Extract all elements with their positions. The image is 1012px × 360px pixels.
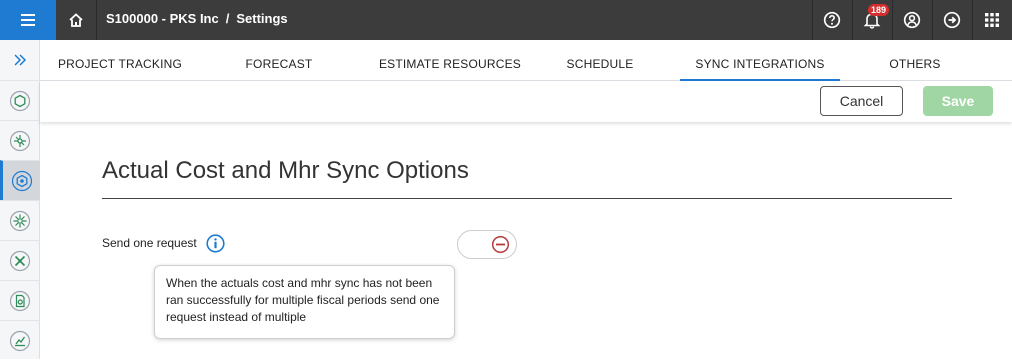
- tab-sync-integrations[interactable]: SYNC INTEGRATIONS: [680, 40, 840, 81]
- rail-item-settings[interactable]: [0, 200, 40, 240]
- section-divider: [102, 198, 952, 199]
- breadcrumb: S100000 - PKS Inc / Settings: [106, 0, 288, 40]
- rail-item-target[interactable]: [0, 160, 40, 200]
- home-button[interactable]: [56, 0, 96, 40]
- tools-icon: [9, 250, 31, 271]
- home-icon: [69, 13, 83, 27]
- send-one-request-toggle[interactable]: [457, 230, 517, 259]
- hexagon-icon: [9, 90, 31, 111]
- help-button[interactable]: [812, 0, 852, 40]
- expand-icon: [14, 54, 27, 66]
- breadcrumb-company[interactable]: S100000 - PKS Inc: [106, 11, 219, 26]
- tab-schedule[interactable]: SCHEDULE: [550, 40, 650, 81]
- top-bar: S100000 - PKS Inc / Settings 189: [0, 0, 1012, 40]
- send-one-request-label: Send one request: [102, 236, 197, 250]
- notification-badge: 189: [868, 4, 890, 16]
- tab-project-tracking[interactable]: PROJECT TRACKING: [52, 40, 188, 81]
- settings-gear-icon: [9, 210, 31, 231]
- apps-button[interactable]: [972, 0, 1012, 40]
- breadcrumb-separator: /: [225, 11, 230, 26]
- tab-estimate-resources[interactable]: ESTIMATE RESOURCES: [360, 40, 540, 81]
- breadcrumb-page: Settings: [236, 11, 288, 26]
- info-icon[interactable]: [206, 234, 225, 253]
- rail-item-tools[interactable]: [0, 240, 40, 280]
- cancel-button[interactable]: Cancel: [820, 86, 903, 116]
- toggle-off-icon: [491, 235, 510, 254]
- notifications-button[interactable]: 189: [852, 0, 892, 40]
- chart-icon: [9, 330, 31, 351]
- user-icon: [903, 11, 921, 29]
- rail-item-document[interactable]: [0, 280, 40, 320]
- header-divider: [96, 0, 97, 40]
- menu-icon: [21, 14, 35, 26]
- target-icon: [11, 170, 32, 191]
- rail-expand-button[interactable]: [0, 40, 40, 80]
- help-icon: [823, 11, 841, 29]
- network-icon: [9, 130, 31, 151]
- apps-grid-icon: [985, 13, 999, 27]
- info-tooltip: When the actuals cost and mhr sync has n…: [154, 265, 455, 339]
- save-button[interactable]: Save: [923, 86, 993, 116]
- action-bar: Cancel Save: [40, 81, 1012, 122]
- profile-button[interactable]: [892, 0, 932, 40]
- menu-button[interactable]: [0, 0, 56, 40]
- rail-item-hexagon[interactable]: [0, 80, 40, 120]
- settings-tabs: PROJECT TRACKING FORECAST ESTIMATE RESOU…: [40, 40, 1012, 81]
- section-title: Actual Cost and Mhr Sync Options: [102, 157, 469, 184]
- logout-button[interactable]: [932, 0, 972, 40]
- document-badge-icon: [9, 290, 31, 311]
- rail-item-chart[interactable]: [0, 320, 40, 360]
- tab-others[interactable]: OTHERS: [870, 40, 960, 81]
- tab-forecast[interactable]: FORECAST: [226, 40, 332, 81]
- logout-icon: [943, 11, 961, 29]
- rail-item-network[interactable]: [0, 120, 40, 160]
